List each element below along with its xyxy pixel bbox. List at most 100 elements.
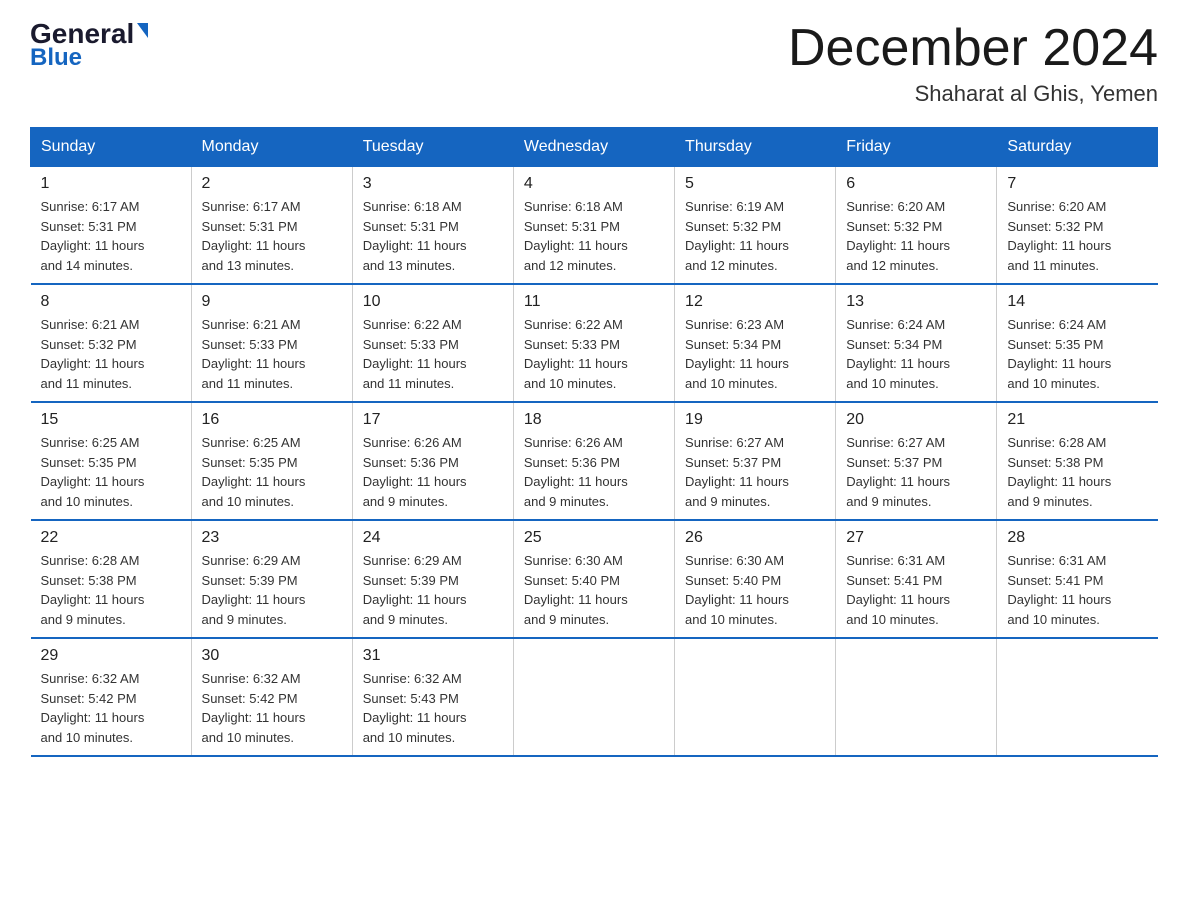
week-row-3: 15 Sunrise: 6:25 AM Sunset: 5:35 PM Dayli…: [31, 402, 1158, 520]
calendar-cell: 22Sunrise: 6:28 AM Sunset: 5:38 PM Dayli…: [31, 520, 192, 638]
month-title: December 2024: [788, 20, 1158, 77]
day-info: Sunrise: 6:31 AM Sunset: 5:41 PM Dayligh…: [1007, 551, 1147, 629]
day-info: Sunrise: 6:18 AM Sunset: 5:31 PM Dayligh…: [363, 197, 503, 275]
day-number: 24: [363, 529, 503, 547]
calendar-cell: 15 Sunrise: 6:25 AM Sunset: 5:35 PM Dayli…: [31, 402, 192, 520]
calendar-cell: 25 Sunrise: 6:30 AM Sunset: 5:40 PM Dayli…: [513, 520, 674, 638]
calendar-cell: 30Sunrise: 6:32 AM Sunset: 5:42 PM Dayli…: [191, 638, 352, 756]
day-info: Sunrise: 6:19 AM Sunset: 5:32 PM Dayligh…: [685, 197, 825, 275]
day-info: Sunrise: 6:18 AM Sunset: 5:31 PM Dayligh…: [524, 197, 664, 275]
calendar-cell: 17 Sunrise: 6:26 AM Sunset: 5:36 PM Dayli…: [352, 402, 513, 520]
day-number: 15: [41, 411, 181, 429]
day-info: Sunrise: 6:28 AM Sunset: 5:38 PM Dayligh…: [41, 551, 181, 629]
calendar-cell: 1 Sunrise: 6:17 AM Sunset: 5:31 PM Daylig…: [31, 167, 192, 285]
day-number: 17: [363, 411, 503, 429]
calendar-cell: 3 Sunrise: 6:18 AM Sunset: 5:31 PM Daylig…: [352, 167, 513, 285]
day-number: 14: [1007, 293, 1147, 311]
day-number: 21: [1007, 411, 1147, 429]
day-number: 18: [524, 411, 664, 429]
calendar-cell: [997, 638, 1158, 756]
day-info: Sunrise: 6:32 AM Sunset: 5:43 PM Dayligh…: [363, 669, 503, 747]
week-row-1: 1 Sunrise: 6:17 AM Sunset: 5:31 PM Daylig…: [31, 167, 1158, 285]
day-number: 16: [202, 411, 342, 429]
day-number: 31: [363, 647, 503, 665]
day-number: 30: [202, 647, 342, 665]
calendar-cell: 23Sunrise: 6:29 AM Sunset: 5:39 PM Dayli…: [191, 520, 352, 638]
day-info: Sunrise: 6:29 AM Sunset: 5:39 PM Dayligh…: [363, 551, 503, 629]
calendar-cell: [513, 638, 674, 756]
day-number: 10: [363, 293, 503, 311]
week-row-4: 22Sunrise: 6:28 AM Sunset: 5:38 PM Dayli…: [31, 520, 1158, 638]
calendar-header-row: SundayMondayTuesdayWednesdayThursdayFrid…: [31, 128, 1158, 167]
calendar-table: SundayMondayTuesdayWednesdayThursdayFrid…: [30, 127, 1158, 757]
calendar-cell: [675, 638, 836, 756]
day-info: Sunrise: 6:32 AM Sunset: 5:42 PM Dayligh…: [41, 669, 181, 747]
calendar-cell: 20 Sunrise: 6:27 AM Sunset: 5:37 PM Dayli…: [836, 402, 997, 520]
calendar-cell: 8 Sunrise: 6:21 AM Sunset: 5:32 PM Daylig…: [31, 284, 192, 402]
day-info: Sunrise: 6:31 AM Sunset: 5:41 PM Dayligh…: [846, 551, 986, 629]
calendar-cell: 27 Sunrise: 6:31 AM Sunset: 5:41 PM Dayli…: [836, 520, 997, 638]
calendar-cell: 26Sunrise: 6:30 AM Sunset: 5:40 PM Dayli…: [675, 520, 836, 638]
location: Shaharat al Ghis, Yemen: [788, 81, 1158, 107]
header-monday: Monday: [191, 128, 352, 167]
day-number: 4: [524, 175, 664, 193]
logo-blue: Blue: [30, 44, 82, 72]
day-number: 19: [685, 411, 825, 429]
day-number: 13: [846, 293, 986, 311]
title-section: December 2024 Shaharat al Ghis, Yemen: [788, 20, 1158, 107]
day-info: Sunrise: 6:17 AM Sunset: 5:31 PM Dayligh…: [202, 197, 342, 275]
calendar-cell: 2 Sunrise: 6:17 AM Sunset: 5:31 PM Daylig…: [191, 167, 352, 285]
day-info: Sunrise: 6:26 AM Sunset: 5:36 PM Dayligh…: [524, 433, 664, 511]
calendar-cell: 31 Sunrise: 6:32 AM Sunset: 5:43 PM Dayli…: [352, 638, 513, 756]
day-number: 20: [846, 411, 986, 429]
day-info: Sunrise: 6:25 AM Sunset: 5:35 PM Dayligh…: [41, 433, 181, 511]
day-info: Sunrise: 6:21 AM Sunset: 5:33 PM Dayligh…: [202, 315, 342, 393]
day-info: Sunrise: 6:27 AM Sunset: 5:37 PM Dayligh…: [685, 433, 825, 511]
header-tuesday: Tuesday: [352, 128, 513, 167]
calendar-cell: 4 Sunrise: 6:18 AM Sunset: 5:31 PM Daylig…: [513, 167, 674, 285]
day-info: Sunrise: 6:29 AM Sunset: 5:39 PM Dayligh…: [202, 551, 342, 629]
day-number: 28: [1007, 529, 1147, 547]
day-number: 1: [41, 175, 181, 193]
day-info: Sunrise: 6:24 AM Sunset: 5:34 PM Dayligh…: [846, 315, 986, 393]
week-row-2: 8 Sunrise: 6:21 AM Sunset: 5:32 PM Daylig…: [31, 284, 1158, 402]
day-number: 5: [685, 175, 825, 193]
day-number: 8: [41, 293, 181, 311]
calendar-cell: 10 Sunrise: 6:22 AM Sunset: 5:33 PM Dayli…: [352, 284, 513, 402]
header-friday: Friday: [836, 128, 997, 167]
day-info: Sunrise: 6:20 AM Sunset: 5:32 PM Dayligh…: [1007, 197, 1147, 275]
calendar-cell: 16 Sunrise: 6:25 AM Sunset: 5:35 PM Dayli…: [191, 402, 352, 520]
day-number: 29: [41, 647, 181, 665]
day-number: 3: [363, 175, 503, 193]
day-number: 2: [202, 175, 342, 193]
day-info: Sunrise: 6:22 AM Sunset: 5:33 PM Dayligh…: [363, 315, 503, 393]
day-info: Sunrise: 6:27 AM Sunset: 5:37 PM Dayligh…: [846, 433, 986, 511]
calendar-cell: 11Sunrise: 6:22 AM Sunset: 5:33 PM Dayli…: [513, 284, 674, 402]
day-number: 12: [685, 293, 825, 311]
calendar-cell: 29 Sunrise: 6:32 AM Sunset: 5:42 PM Dayli…: [31, 638, 192, 756]
day-number: 11: [524, 293, 664, 311]
calendar-cell: 21 Sunrise: 6:28 AM Sunset: 5:38 PM Dayli…: [997, 402, 1158, 520]
week-row-5: 29 Sunrise: 6:32 AM Sunset: 5:42 PM Dayli…: [31, 638, 1158, 756]
day-number: 25: [524, 529, 664, 547]
day-info: Sunrise: 6:21 AM Sunset: 5:32 PM Dayligh…: [41, 315, 181, 393]
day-info: Sunrise: 6:26 AM Sunset: 5:36 PM Dayligh…: [363, 433, 503, 511]
header-thursday: Thursday: [675, 128, 836, 167]
day-info: Sunrise: 6:24 AM Sunset: 5:35 PM Dayligh…: [1007, 315, 1147, 393]
day-info: Sunrise: 6:20 AM Sunset: 5:32 PM Dayligh…: [846, 197, 986, 275]
calendar-cell: 24 Sunrise: 6:29 AM Sunset: 5:39 PM Dayli…: [352, 520, 513, 638]
page-header: General Blue December 2024 Shaharat al G…: [30, 20, 1158, 107]
day-number: 27: [846, 529, 986, 547]
calendar-cell: 9Sunrise: 6:21 AM Sunset: 5:33 PM Daylig…: [191, 284, 352, 402]
logo: General Blue: [30, 20, 148, 72]
header-sunday: Sunday: [31, 128, 192, 167]
day-number: 6: [846, 175, 986, 193]
calendar-cell: 6 Sunrise: 6:20 AM Sunset: 5:32 PM Daylig…: [836, 167, 997, 285]
header-saturday: Saturday: [997, 128, 1158, 167]
calendar-cell: 7Sunrise: 6:20 AM Sunset: 5:32 PM Daylig…: [997, 167, 1158, 285]
day-info: Sunrise: 6:17 AM Sunset: 5:31 PM Dayligh…: [41, 197, 181, 275]
day-info: Sunrise: 6:30 AM Sunset: 5:40 PM Dayligh…: [524, 551, 664, 629]
day-info: Sunrise: 6:28 AM Sunset: 5:38 PM Dayligh…: [1007, 433, 1147, 511]
day-info: Sunrise: 6:25 AM Sunset: 5:35 PM Dayligh…: [202, 433, 342, 511]
calendar-cell: [836, 638, 997, 756]
